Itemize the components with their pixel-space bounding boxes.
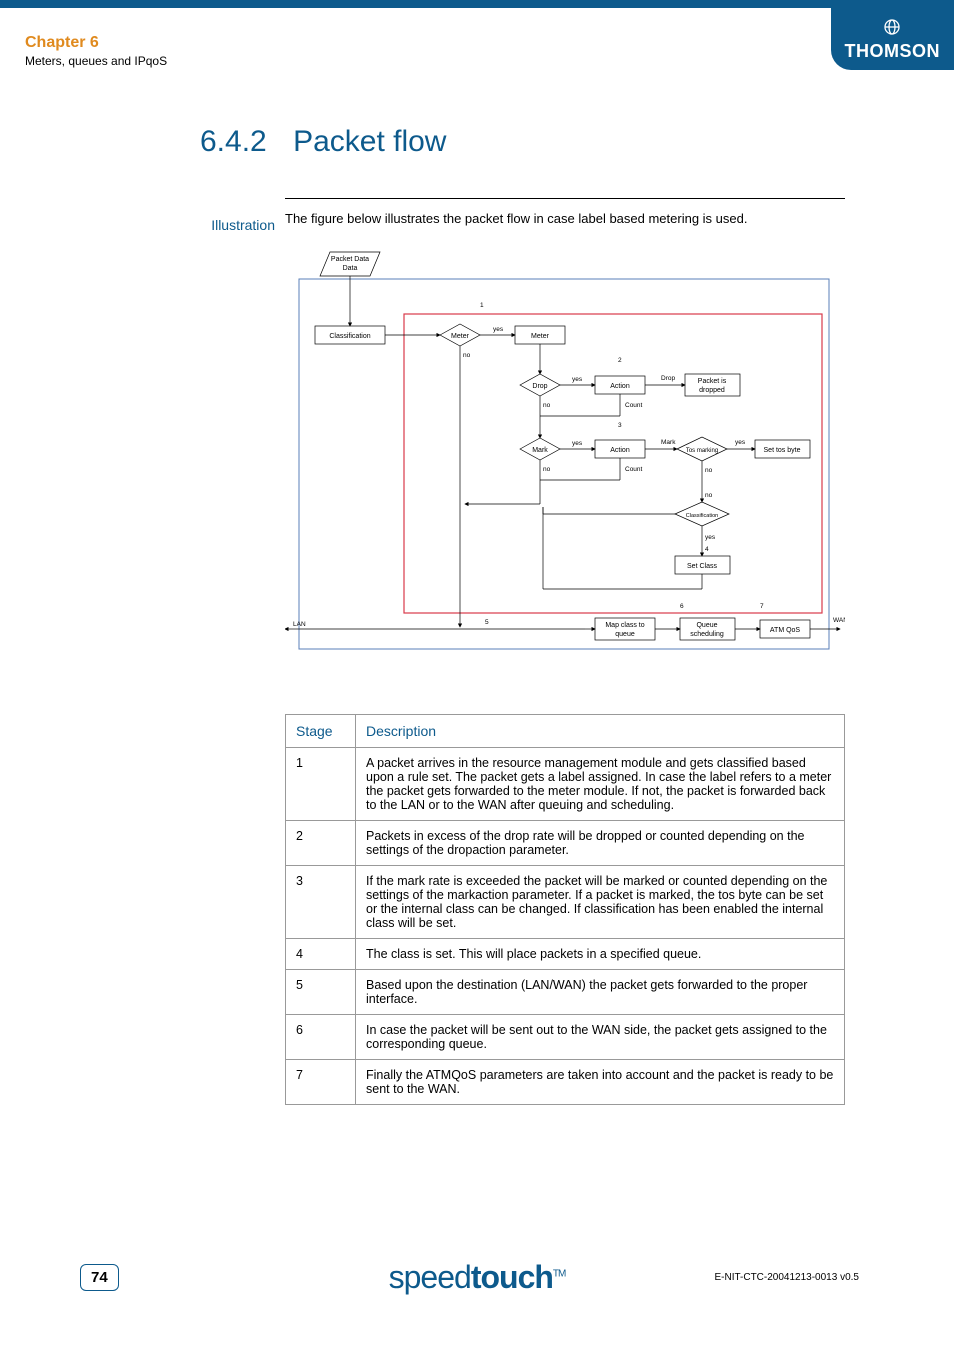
chapter-subtitle: Meters, queues and IPqoS <box>25 54 167 68</box>
stage-3: 3 <box>618 422 622 429</box>
node-action-mark: Action <box>610 447 630 454</box>
stage-6: 6 <box>680 603 684 610</box>
logo-bold: touch <box>471 1259 553 1295</box>
cell-stage: 5 <box>286 970 356 1015</box>
top-stripe <box>0 0 954 8</box>
content-column: The figure below illustrates the packet … <box>285 198 845 1105</box>
no-3: no <box>543 466 551 473</box>
logo-tm: TM <box>553 1268 565 1279</box>
thomson-text: THOMSON <box>845 41 941 62</box>
table-row: 5Based upon the destination (LAN/WAN) th… <box>286 970 845 1015</box>
cell-desc: Based upon the destination (LAN/WAN) the… <box>356 970 845 1015</box>
yes-4: yes <box>735 439 746 446</box>
thomson-logo: THOMSON <box>831 8 954 70</box>
table-row: 7Finally the ATMQoS parameters are taken… <box>286 1060 845 1105</box>
packet-flow-diagram: Packet DataData Classification Meter 1 M… <box>285 244 845 664</box>
table-row: 3If the mark rate is exceeded the packet… <box>286 866 845 939</box>
cell-desc: In case the packet will be sent out to t… <box>356 1015 845 1060</box>
intro-text: The figure below illustrates the packet … <box>285 211 845 226</box>
wan-label: WAN <box>833 617 845 624</box>
no-4: no <box>705 467 713 474</box>
cell-stage: 1 <box>286 748 356 821</box>
yes-3: yes <box>572 440 583 447</box>
drop-label: Drop <box>661 375 675 382</box>
cell-stage: 7 <box>286 1060 356 1105</box>
no-5: no <box>705 492 713 499</box>
yes-5: yes <box>705 534 716 541</box>
stage-5: 5 <box>485 619 489 626</box>
lan-label: LAN <box>293 621 306 628</box>
section-number: 6.4.2 <box>200 125 267 158</box>
cell-desc: If the mark rate is exceeded the packet … <box>356 866 845 939</box>
globe-icon <box>883 18 901 36</box>
cell-stage: 3 <box>286 866 356 939</box>
table-row: 2Packets in excess of the drop rate will… <box>286 821 845 866</box>
table-row: 1A packet arrives in the resource manage… <box>286 748 845 821</box>
cell-stage: 6 <box>286 1015 356 1060</box>
chapter-block: Chapter 6 Meters, queues and IPqoS <box>25 34 167 68</box>
node-atm-qos: ATM QoS <box>770 627 801 634</box>
node-mark-decision: Mark <box>532 447 548 454</box>
cell-desc: Packets in excess of the drop rate will … <box>356 821 845 866</box>
side-label-illustration: Illustration <box>180 217 275 233</box>
section-title: Packet flow <box>293 125 446 158</box>
section-heading: 6.4.2 Packet flow <box>200 125 446 159</box>
th-desc: Description <box>356 715 845 748</box>
cell-stage: 4 <box>286 939 356 970</box>
cell-stage: 2 <box>286 821 356 866</box>
node-drop-decision: Drop <box>532 383 547 390</box>
node-set-tos: Set tos byte <box>764 447 801 454</box>
node-tos-marking: Tos marking <box>686 448 718 454</box>
doc-id: E-NIT-CTC-20041213-0013 v0.5 <box>714 1272 859 1283</box>
cell-desc: The class is set. This will place packet… <box>356 939 845 970</box>
th-stage: Stage <box>286 715 356 748</box>
mark-label: Mark <box>661 439 676 446</box>
no-1: no <box>463 352 471 359</box>
table-row: 4The class is set. This will place packe… <box>286 939 845 970</box>
node-classification2: Classification <box>686 513 718 519</box>
node-meter-decision: Meter <box>451 333 470 340</box>
rule-line <box>285 198 845 199</box>
yes-2: yes <box>572 376 583 383</box>
node-action-drop: Action <box>610 383 630 390</box>
table-row: 6In case the packet will be sent out to … <box>286 1015 845 1060</box>
no-2: no <box>543 402 551 409</box>
chapter-title: Chapter 6 <box>25 34 167 52</box>
stage-7: 7 <box>760 603 764 610</box>
node-set-class: Set Class <box>687 563 717 570</box>
logo-light: speed <box>389 1259 471 1295</box>
stage-table: Stage Description 1A packet arrives in t… <box>285 714 845 1105</box>
stage-4: 4 <box>705 546 709 553</box>
node-classification: Classification <box>329 333 370 340</box>
stage-2: 2 <box>618 357 622 364</box>
cell-desc: Finally the ATMQoS parameters are taken … <box>356 1060 845 1105</box>
node-meter: Meter <box>531 333 550 340</box>
stage-1: 1 <box>480 302 484 309</box>
cell-desc: A packet arrives in the resource managem… <box>356 748 845 821</box>
yes-1: yes <box>493 326 504 333</box>
count-1: Count <box>625 402 643 409</box>
count-2: Count <box>625 466 643 473</box>
